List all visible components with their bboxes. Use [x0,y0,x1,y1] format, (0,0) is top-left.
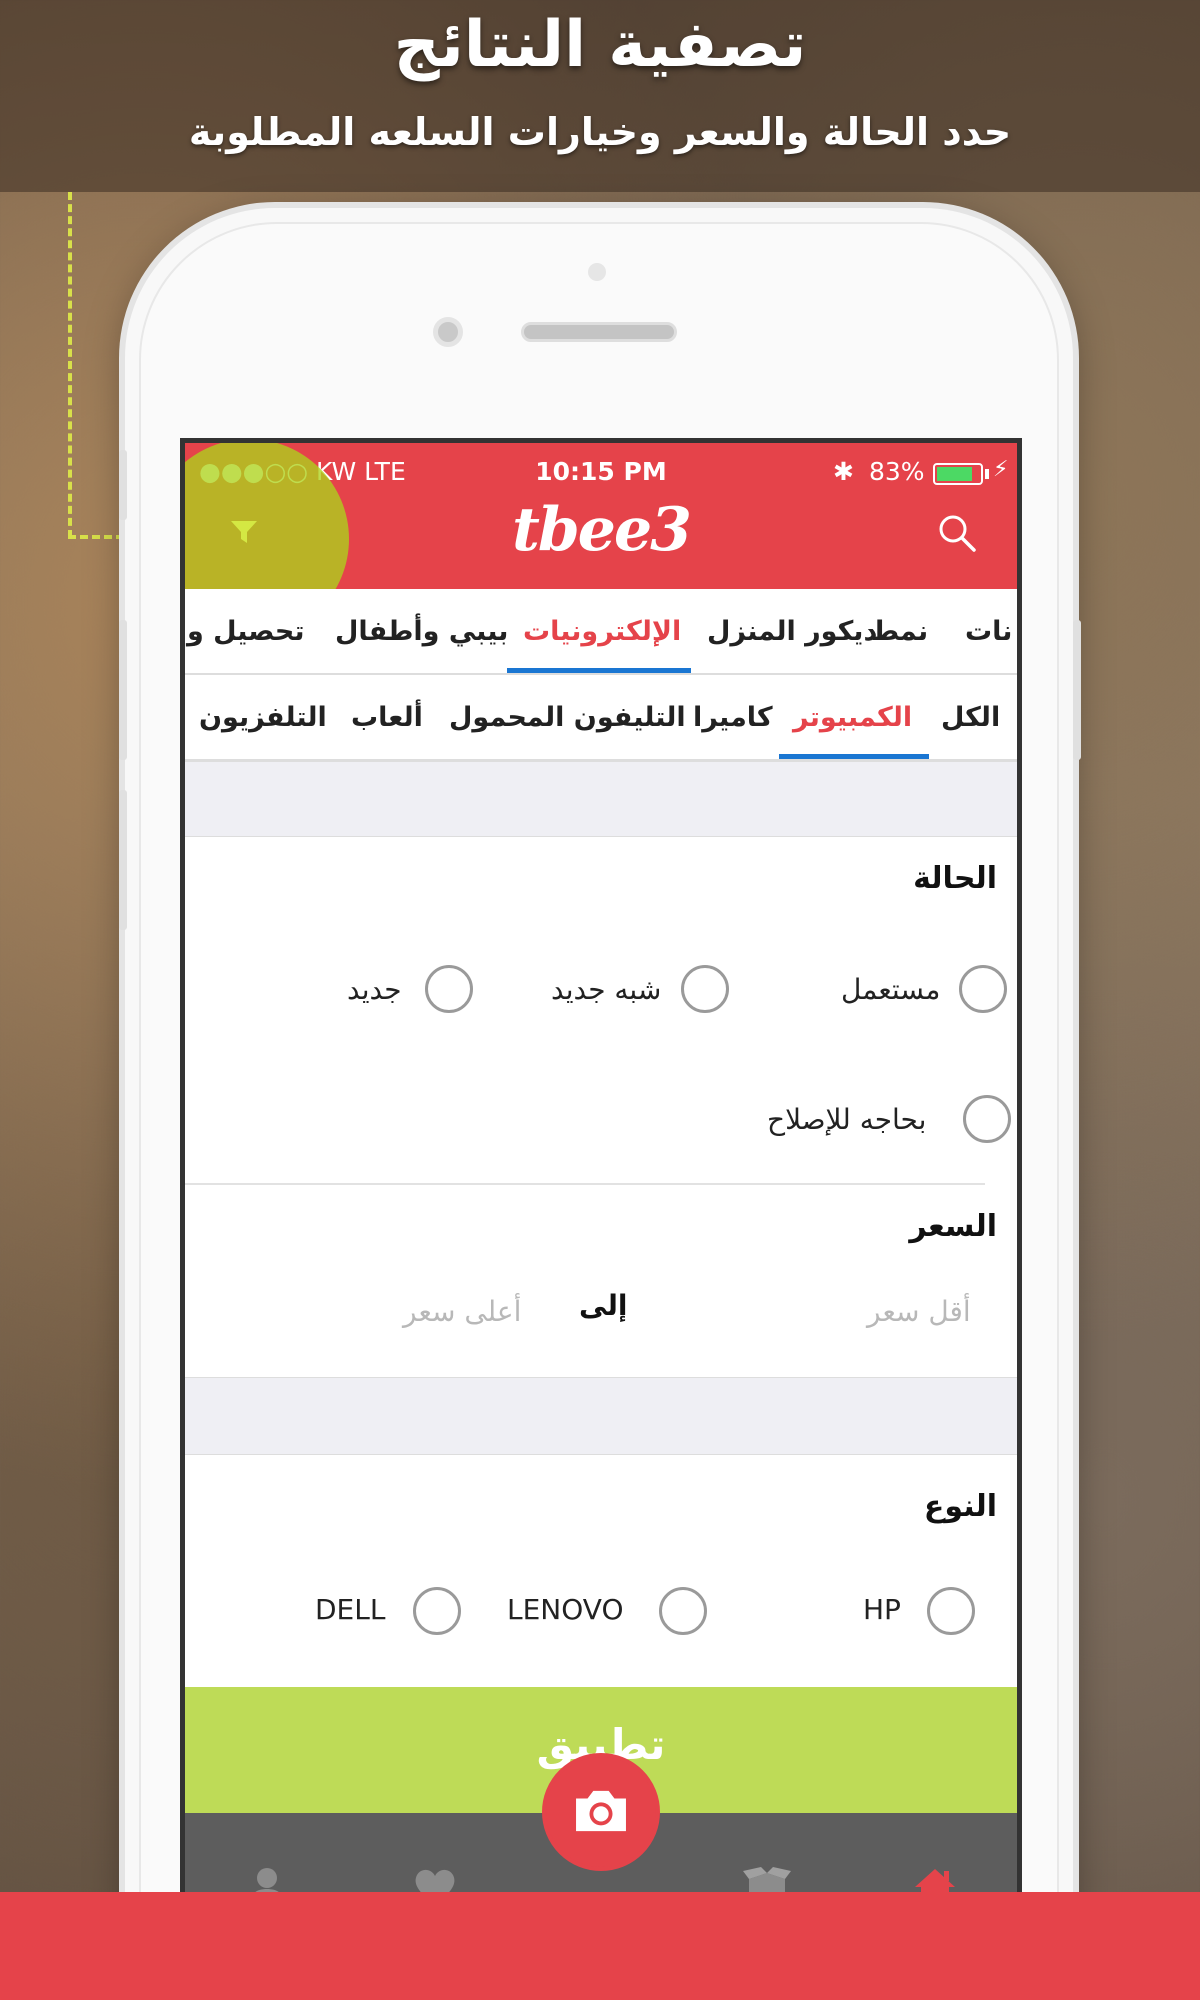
condition-used-radio[interactable] [959,965,1007,1013]
type-title: النوع [923,1489,997,1524]
battery-percent: 83% [869,457,925,486]
volume-down-button [119,790,127,930]
type-hp-radio[interactable] [927,1587,975,1635]
condition-needs-repair-label[interactable]: بحاجه للإصلاح [767,1103,926,1136]
condition-new-radio[interactable] [425,965,473,1013]
tab-category[interactable]: نمط [871,589,928,673]
bluetooth-icon: ✱ [833,457,854,486]
price-title: السعر [909,1209,997,1244]
condition-needs-repair-radio[interactable] [963,1095,1011,1143]
tab-category-active[interactable]: الإلكترونيات [523,589,681,673]
section-spacer [185,1377,1017,1455]
callout-line-horizontal [68,535,124,539]
section-divider [185,1183,985,1185]
active-tab-indicator [507,668,691,673]
sell-camera-button[interactable] [542,1753,660,1871]
bottom-brand-bar [0,1892,1200,2000]
condition-like-new-label[interactable]: شبه جديد [551,973,661,1006]
search-icon[interactable] [937,513,977,553]
app-screen: ●●●○○ KW LTE 10:15 PM ✱ 83% ⚡ tbee3 نات … [180,438,1022,2000]
power-button [1073,620,1081,760]
category-tabs: نات نمط ديكور المنزل الإلكترونيات بيبي و… [185,589,1017,675]
callout-line [68,192,72,538]
promo-headline: تصفية النتائج [393,8,807,82]
active-subtab-indicator [779,754,929,759]
price-to-label: إلى [579,1289,628,1322]
min-price-input[interactable]: أقل سعر [867,1295,971,1328]
condition-new-label[interactable]: جديد [347,973,402,1006]
type-lenovo-radio[interactable] [659,1587,707,1635]
camera-icon [576,1790,626,1832]
section-spacer [185,761,1017,837]
promo-subline: حدد الحالة والسعر وخيارات السلعه المطلوب… [188,110,1012,154]
earpiece-speaker [521,322,677,342]
filter-icon[interactable] [227,517,261,547]
tab-subcategory[interactable]: التليفون المحمول [449,675,686,759]
condition-like-new-radio[interactable] [681,965,729,1013]
tab-category[interactable]: ديكور المنزل [707,589,877,673]
subcategory-tabs: الكل الكمبيوتر كاميرا التليفون المحمول أ… [185,675,1017,761]
condition-used-label[interactable]: مستعمل [841,973,940,1006]
tab-category[interactable]: تحصيل و [187,589,305,673]
mute-switch [119,450,127,520]
front-sensor [588,263,606,281]
tab-subcategory-active[interactable]: الكمبيوتر [793,675,912,759]
tab-category[interactable]: نات [965,589,1012,673]
battery-tip [985,469,989,479]
type-dell-label[interactable]: DELL [315,1593,385,1626]
tab-category[interactable]: بيبي وأطفال [335,589,508,673]
tab-subcategory[interactable]: التلفزيون [199,675,327,759]
battery-fill [937,467,972,481]
charging-icon: ⚡ [993,457,1009,482]
type-dell-radio[interactable] [413,1587,461,1635]
max-price-input[interactable]: أعلى سعر [403,1295,521,1328]
tab-subcategory[interactable]: الكل [941,675,1000,759]
tab-subcategory[interactable]: ألعاب [351,675,423,759]
front-camera [433,317,463,347]
condition-title: الحالة [913,861,997,896]
type-hp-label[interactable]: HP [863,1593,901,1626]
type-lenovo-label[interactable]: LENOVO [507,1593,623,1626]
tab-subcategory[interactable]: كاميرا [693,675,773,759]
battery-icon [933,463,983,485]
volume-up-button [119,620,127,760]
